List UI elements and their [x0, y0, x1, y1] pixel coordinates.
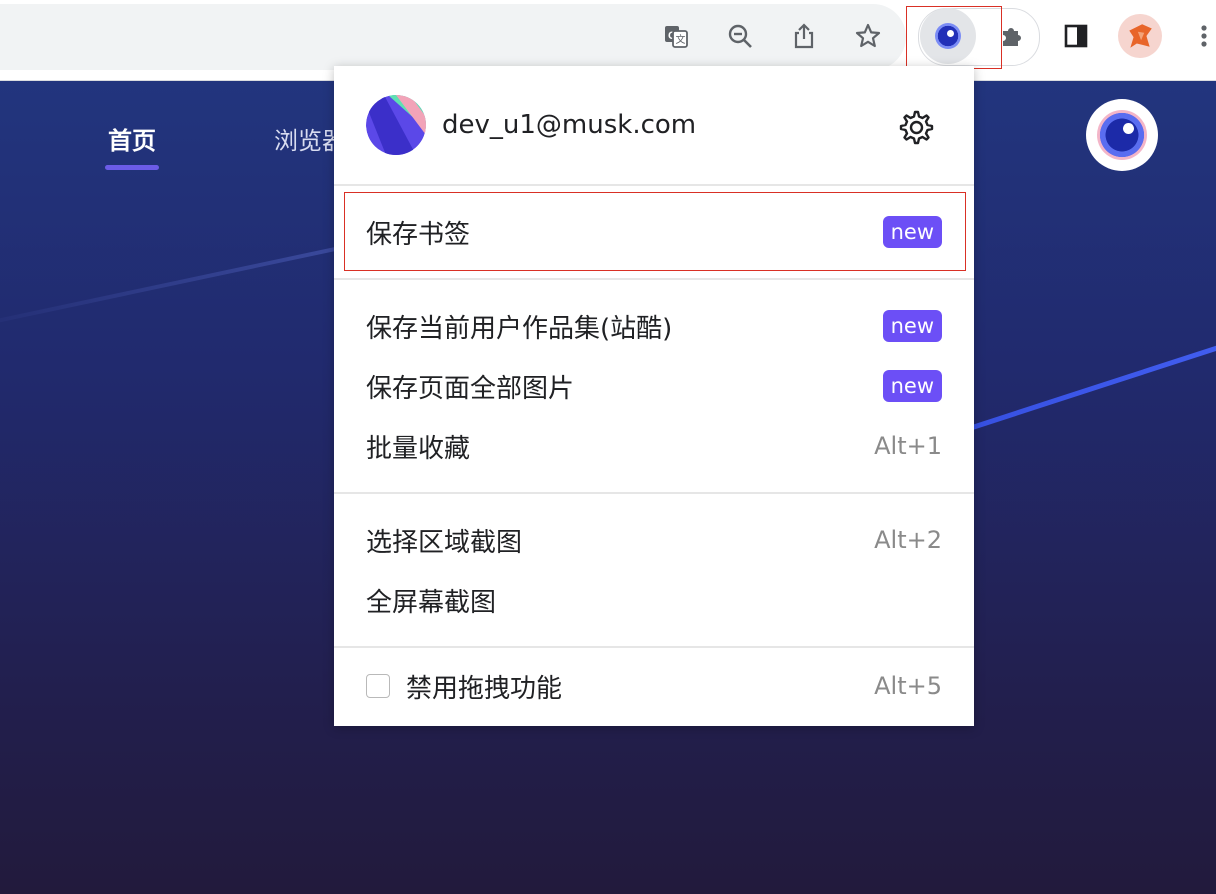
- menu-item-region-screenshot[interactable]: 选择区域截图 Alt+2: [366, 514, 942, 566]
- menu-item-label: 全屏幕截图: [366, 587, 497, 618]
- new-badge: new: [882, 310, 942, 342]
- menu-item-batch-collect[interactable]: 批量收藏 Alt+1: [366, 420, 942, 472]
- menu-item-fullscreen-screenshot[interactable]: 全屏幕截图: [366, 574, 942, 626]
- background-streak: [959, 336, 1216, 434]
- eye-logo-icon: [1097, 110, 1147, 160]
- new-badge: new: [882, 370, 942, 402]
- menu-item-label: 批量收藏: [366, 433, 471, 464]
- shortcut-label: Alt+2: [874, 526, 942, 554]
- share-icon[interactable]: [786, 18, 822, 54]
- menu-divider: [334, 184, 974, 186]
- user-avatar: [366, 95, 426, 155]
- menu-header: dev_u1@musk.com: [334, 66, 974, 184]
- zoom-out-icon[interactable]: [722, 18, 758, 54]
- disable-drag-row: 禁用拖拽功能: [366, 668, 562, 705]
- site-logo[interactable]: [1086, 99, 1158, 171]
- address-bar[interactable]: [0, 4, 906, 70]
- kebab-menu-icon[interactable]: [1186, 18, 1216, 54]
- menu-item-save-all-images[interactable]: 保存页面全部图片 new: [366, 360, 942, 412]
- translate-icon[interactable]: G文: [658, 18, 694, 54]
- menu-item-label: 选择区域截图: [366, 527, 523, 558]
- gear-icon[interactable]: [896, 108, 934, 146]
- menu-divider: [334, 492, 974, 494]
- nav-browser[interactable]: 浏览器: [274, 121, 338, 156]
- extension-popup-menu: dev_u1@musk.com 保存书签 new 保存当前用户作品集(站酷) n…: [334, 66, 974, 726]
- profile-avatar[interactable]: [1118, 14, 1162, 58]
- menu-item-save-portfolio[interactable]: 保存当前用户作品集(站酷) new: [366, 300, 942, 352]
- menu-item-label: 禁用拖拽功能: [406, 673, 563, 704]
- shortcut-label: Alt+1: [874, 432, 942, 460]
- highlight-box-extension: [906, 6, 1002, 69]
- side-panel-icon[interactable]: [1058, 18, 1094, 54]
- menu-divider: [334, 646, 974, 648]
- highlight-box-menu-item: [344, 192, 966, 271]
- nav-active-indicator: [105, 165, 159, 170]
- menu-divider: [334, 278, 974, 280]
- nav-home[interactable]: 首页: [108, 121, 156, 156]
- star-icon[interactable]: [850, 18, 886, 54]
- menu-item-label: 保存页面全部图片: [366, 373, 575, 404]
- svg-text:文: 文: [676, 33, 686, 46]
- disable-drag-checkbox[interactable]: [366, 674, 390, 698]
- menu-item-label: 保存当前用户作品集(站酷): [366, 313, 673, 344]
- shortcut-label: Alt+5: [874, 672, 942, 700]
- menu-item-disable-drag[interactable]: 禁用拖拽功能 Alt+5: [366, 660, 942, 712]
- user-email: dev_u1@musk.com: [442, 110, 697, 140]
